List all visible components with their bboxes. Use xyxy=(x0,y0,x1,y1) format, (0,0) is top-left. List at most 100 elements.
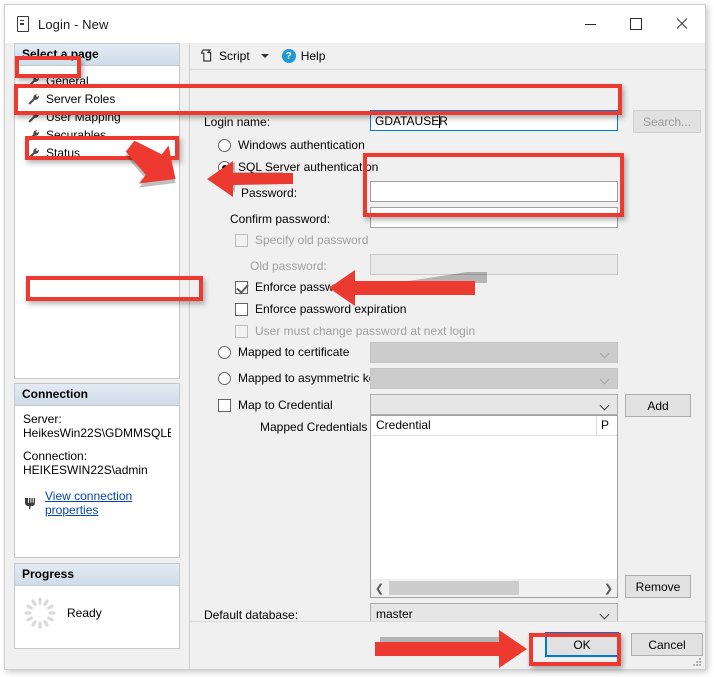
progress-body: Ready xyxy=(15,586,179,640)
script-label: Script xyxy=(219,49,250,63)
mapped-to-certificate-radio[interactable] xyxy=(218,346,231,359)
column-header-credential: Credential xyxy=(376,418,431,432)
dialog-body: Select a page General Server Roles User … xyxy=(5,43,705,669)
must-change-password-checkbox xyxy=(235,325,248,338)
script-icon xyxy=(200,49,214,63)
connection-header: Connection xyxy=(15,384,179,406)
maximize-button[interactable] xyxy=(613,5,659,43)
specify-old-password-label: Specify old password xyxy=(255,233,369,247)
mapped-to-asymmetric-key-label: Mapped to asymmetric key xyxy=(238,371,382,385)
login-name-label: Login name: xyxy=(204,115,271,129)
enforce-password-policy-checkbox[interactable] xyxy=(235,281,248,294)
mapped-to-asymmetric-key-radio[interactable] xyxy=(218,372,231,385)
windows-authentication-label: Windows authentication xyxy=(238,138,365,152)
old-password-label: Old password: xyxy=(250,259,327,273)
progress-panel: Progress Ready xyxy=(14,563,180,649)
script-button[interactable]: Script xyxy=(197,47,253,65)
progress-status: Ready xyxy=(67,606,102,620)
sidebar-item-general[interactable]: General xyxy=(23,72,171,90)
add-button[interactable]: Add xyxy=(625,394,691,417)
resize-grip-icon[interactable] xyxy=(691,656,701,666)
help-button[interactable]: ? Help xyxy=(279,47,329,65)
close-button[interactable] xyxy=(659,5,705,43)
mapped-credentials-list[interactable]: Credential P ❮ ❯ xyxy=(370,415,618,598)
sidebar-item-label: General xyxy=(46,74,89,88)
sql-server-authentication-radio[interactable] xyxy=(218,161,231,174)
ok-button[interactable]: OK xyxy=(545,632,619,657)
sidebar-item-server-roles[interactable]: Server Roles xyxy=(23,90,171,108)
windows-authentication-radio[interactable] xyxy=(218,139,231,152)
wrench-icon xyxy=(27,111,41,124)
help-icon: ? xyxy=(281,49,296,63)
help-label: Help xyxy=(300,49,326,63)
mapped-to-asymmetric-key-combo xyxy=(370,368,618,389)
connection-label: Connection: xyxy=(23,449,88,463)
login-new-dialog: Login - New Select a page General Server… xyxy=(4,4,706,670)
page-list: General Server Roles User Mapping Secura… xyxy=(15,66,179,170)
view-connection-properties-link[interactable]: View connection properties xyxy=(23,489,171,517)
mapped-to-certificate-label: Mapped to certificate xyxy=(238,345,350,359)
sidebar-item-label: Server Roles xyxy=(46,92,116,106)
sidebar-item-status[interactable]: Status xyxy=(23,144,171,162)
sidebar-item-user-mapping[interactable]: User Mapping xyxy=(23,108,171,126)
sidebar-item-label: Securables xyxy=(46,128,107,142)
server-info: Server: HeikesWin22S\GDMMSQLEXPRI xyxy=(23,412,171,440)
confirm-password-label: Confirm password: xyxy=(230,212,331,226)
sidebar-item-securables[interactable]: Securables xyxy=(23,126,171,144)
progress-header: Progress xyxy=(15,564,179,586)
mapped-to-certificate-combo xyxy=(370,342,618,363)
window-title: Login - New xyxy=(38,16,109,32)
server-label: Server: xyxy=(23,412,62,426)
enforce-password-expiration-checkbox[interactable] xyxy=(235,303,248,316)
wrench-icon xyxy=(27,93,41,106)
scroll-right-icon[interactable]: ❯ xyxy=(600,580,617,596)
minimize-button[interactable] xyxy=(567,5,613,43)
enforce-password-policy-label: Enforce password policy xyxy=(255,280,386,294)
wrench-icon xyxy=(27,129,41,142)
select-page-header: Select a page xyxy=(15,44,179,66)
horizontal-scrollbar[interactable]: ❮ ❯ xyxy=(371,579,617,597)
login-name-input[interactable]: GDATAUSER xyxy=(370,110,618,131)
server-icon xyxy=(17,16,29,32)
remove-button[interactable]: Remove xyxy=(625,575,691,598)
wrench-icon xyxy=(27,147,41,160)
general-form: Login name: GDATAUSER Search... Windows … xyxy=(190,69,705,651)
chevron-down-icon xyxy=(601,376,609,384)
cancel-button[interactable]: Cancel xyxy=(631,633,703,656)
toolbar: Script ? Help xyxy=(190,43,705,69)
sidebar: Select a page General Server Roles User … xyxy=(5,43,189,669)
connection-info: Connection: HEIKESWIN22S\admin xyxy=(23,449,171,477)
connection-value: HEIKESWIN22S\admin xyxy=(23,463,148,477)
sql-server-authentication-label: SQL Server authentication xyxy=(238,160,379,174)
chevron-down-icon[interactable] xyxy=(260,54,269,58)
map-to-credential-checkbox[interactable] xyxy=(218,399,231,412)
wrench-icon xyxy=(27,75,41,88)
mapped-credentials-label: Mapped Credentials xyxy=(260,420,368,434)
column-divider xyxy=(596,416,597,435)
must-change-password-label: User must change password at next login xyxy=(255,324,476,338)
title-bar: Login - New xyxy=(5,5,705,43)
sidebar-item-label: Status xyxy=(46,146,81,160)
enforce-password-expiration-label: Enforce password expiration xyxy=(255,302,407,316)
view-connection-properties-label: View connection properties xyxy=(45,489,133,517)
chevron-down-icon xyxy=(601,611,609,619)
main-pane: Script ? Help Login name: GDATAUSER Sear… xyxy=(189,43,705,669)
window-controls xyxy=(567,5,705,43)
connection-body: Server: HeikesWin22S\GDMMSQLEXPRI Connec… xyxy=(15,406,179,525)
password-input[interactable] xyxy=(370,181,618,202)
chevron-down-icon xyxy=(601,350,609,358)
connection-icon xyxy=(23,496,39,510)
default-database-label: Default database: xyxy=(204,608,299,622)
column-header-provider: P xyxy=(601,418,610,432)
scroll-left-icon[interactable]: ❮ xyxy=(371,580,388,596)
default-database-value: master xyxy=(376,607,413,621)
chevron-down-icon xyxy=(601,402,609,410)
sidebar-item-label: User Mapping xyxy=(46,110,121,124)
server-value: HeikesWin22S\GDMMSQLEXPRI xyxy=(23,426,171,440)
map-to-credential-combo[interactable] xyxy=(370,394,618,415)
search-button[interactable]: Search... xyxy=(633,110,701,133)
confirm-password-input[interactable] xyxy=(370,207,618,228)
scrollbar-thumb[interactable] xyxy=(389,581,519,595)
spinner-icon xyxy=(23,596,57,630)
specify-old-password-checkbox[interactable] xyxy=(235,234,248,247)
